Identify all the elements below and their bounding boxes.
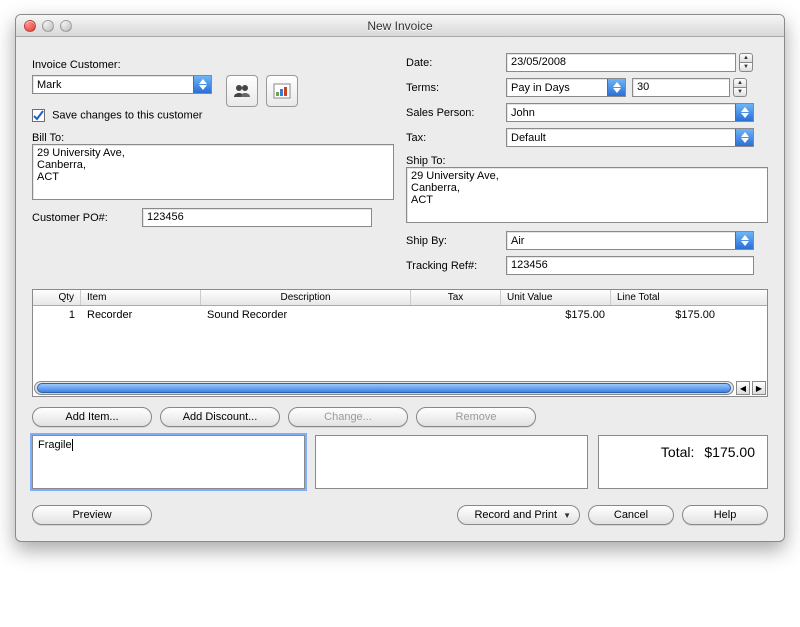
people-icon bbox=[233, 84, 251, 98]
terms-stepper[interactable]: ▲▼ bbox=[733, 78, 747, 97]
col-qty: Qty bbox=[33, 290, 81, 305]
save-changes-checkbox[interactable] bbox=[32, 109, 45, 122]
tax-select[interactable]: Default bbox=[506, 128, 754, 147]
tracking-field[interactable]: 123456 bbox=[506, 256, 754, 275]
bill-to-field[interactable]: 29 University Ave, Canberra, ACT bbox=[32, 144, 394, 200]
window-title: New Invoice bbox=[16, 19, 784, 33]
ship-by-select[interactable]: Air bbox=[506, 231, 754, 250]
chevron-updown-icon bbox=[735, 104, 753, 121]
comment-field[interactable]: Fragile bbox=[32, 435, 305, 489]
titlebar: New Invoice bbox=[16, 15, 784, 37]
tracking-label: Tracking Ref#: bbox=[406, 260, 506, 272]
customer-value: Mark bbox=[37, 79, 61, 91]
table-header: Qty Item Description Tax Unit Value Line… bbox=[33, 290, 767, 306]
invoice-customer-label: Invoice Customer: bbox=[32, 59, 394, 71]
change-button: Change... bbox=[288, 407, 408, 427]
record-print-popup[interactable]: Record and Print bbox=[457, 505, 580, 525]
po-label: Customer PO#: bbox=[32, 212, 142, 224]
sales-select[interactable]: John bbox=[506, 103, 754, 122]
col-total: Line Total bbox=[611, 290, 721, 305]
close-icon[interactable] bbox=[24, 20, 36, 32]
chevron-updown-icon bbox=[193, 76, 211, 93]
col-tax: Tax bbox=[411, 290, 501, 305]
add-discount-button[interactable]: Add Discount... bbox=[160, 407, 280, 427]
total-value: $175.00 bbox=[704, 444, 755, 460]
chart-icon-button[interactable] bbox=[266, 75, 298, 107]
preview-button[interactable]: Preview bbox=[32, 505, 152, 525]
table-row[interactable]: 1 Recorder Sound Recorder $175.00 $175.0… bbox=[33, 306, 767, 324]
bill-to-label: Bill To: bbox=[32, 132, 394, 144]
col-uval: Unit Value bbox=[501, 290, 611, 305]
chevron-updown-icon bbox=[735, 129, 753, 146]
total-label: Total: bbox=[661, 444, 694, 460]
customer-select[interactable]: Mark bbox=[32, 75, 212, 94]
invoice-window: New Invoice Invoice Customer: Mark bbox=[15, 14, 785, 542]
scroll-right-icon[interactable]: ▶ bbox=[752, 381, 766, 395]
date-field[interactable]: 23/05/2008 bbox=[506, 53, 736, 72]
chevron-updown-icon bbox=[735, 232, 753, 249]
customers-icon-button[interactable] bbox=[226, 75, 258, 107]
help-button[interactable]: Help bbox=[682, 505, 768, 525]
terms-days-field[interactable]: 30 bbox=[632, 78, 730, 97]
checkmark-icon bbox=[33, 110, 44, 121]
add-item-button[interactable]: Add Item... bbox=[32, 407, 152, 427]
sales-label: Sales Person: bbox=[406, 107, 506, 119]
save-changes-label: Save changes to this customer bbox=[52, 109, 202, 121]
notes-field-2[interactable] bbox=[315, 435, 588, 489]
remove-button: Remove bbox=[416, 407, 536, 427]
horizontal-scrollbar[interactable]: ◀ ▶ bbox=[34, 381, 766, 395]
total-box: Total: $175.00 bbox=[598, 435, 768, 489]
zoom-icon[interactable] bbox=[60, 20, 72, 32]
col-desc: Description bbox=[201, 290, 411, 305]
date-stepper[interactable]: ▲▼ bbox=[739, 53, 753, 72]
date-label: Date: bbox=[406, 57, 506, 69]
tax-label: Tax: bbox=[406, 132, 506, 144]
text-cursor-icon bbox=[72, 439, 73, 451]
col-item: Item bbox=[81, 290, 201, 305]
cancel-button[interactable]: Cancel bbox=[588, 505, 674, 525]
ship-by-label: Ship By: bbox=[406, 235, 506, 247]
chart-icon bbox=[273, 83, 291, 99]
minimize-icon[interactable] bbox=[42, 20, 54, 32]
terms-select[interactable]: Pay in Days bbox=[506, 78, 626, 97]
ship-to-label: Ship To: bbox=[406, 155, 768, 167]
ship-to-field[interactable]: 29 University Ave, Canberra, ACT bbox=[406, 167, 768, 223]
po-field[interactable]: 123456 bbox=[142, 208, 372, 227]
terms-label: Terms: bbox=[406, 82, 506, 94]
line-items-table: Qty Item Description Tax Unit Value Line… bbox=[32, 289, 768, 397]
chevron-updown-icon bbox=[607, 79, 625, 96]
scroll-left-icon[interactable]: ◀ bbox=[736, 381, 750, 395]
